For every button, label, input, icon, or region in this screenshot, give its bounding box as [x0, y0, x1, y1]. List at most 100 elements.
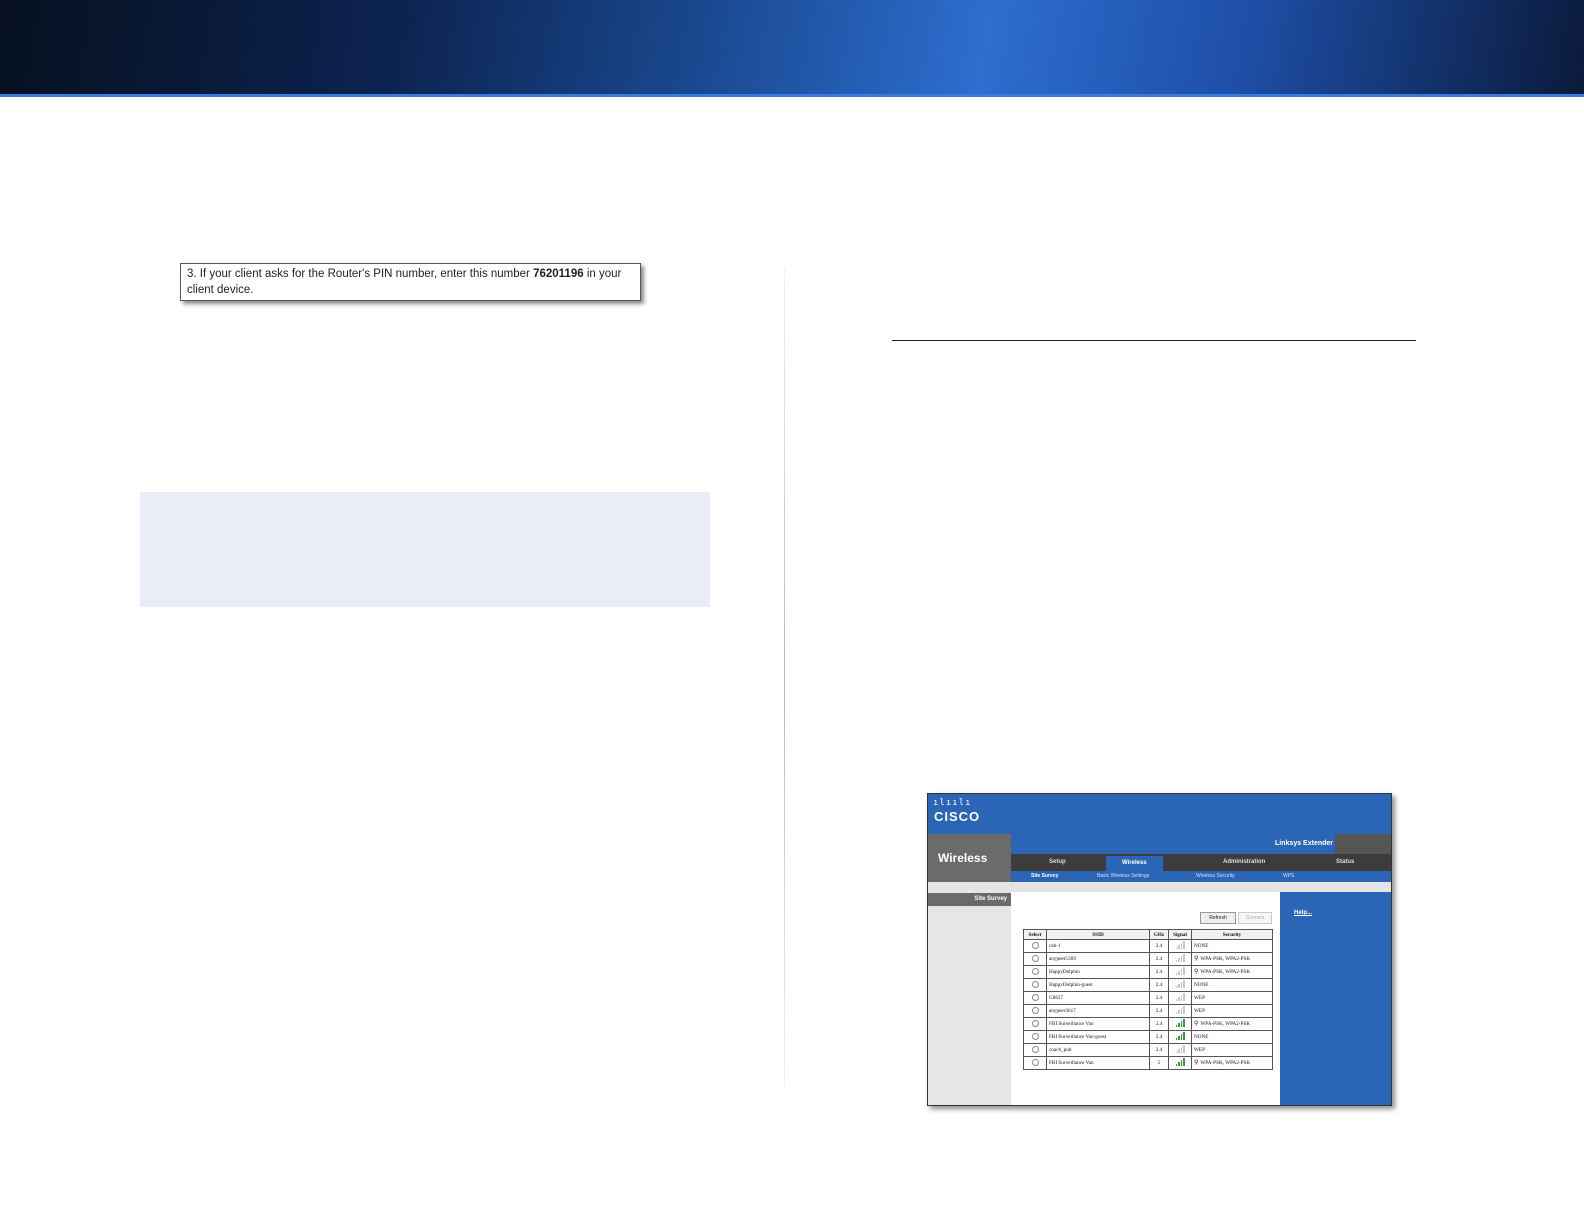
select-radio[interactable] [1031, 1006, 1039, 1014]
sub-tab-bar: Site Survey Basic Wireless Settings Wire… [1011, 871, 1391, 882]
refresh-button[interactable]: Refresh [1200, 912, 1236, 924]
product-bar: Linksys Extender [1011, 834, 1391, 854]
row-select-cell [1023, 991, 1047, 1005]
subtab-wps[interactable]: WPS [1283, 873, 1294, 879]
select-radio[interactable] [1031, 954, 1039, 962]
table-row: G8637 2.4 WEP [1023, 991, 1273, 1005]
ssid-cell: cab-1 [1046, 939, 1150, 953]
signal-strength-icon [1175, 993, 1185, 1001]
row-select-cell [1023, 1004, 1047, 1018]
security-value: WPA-PSK, WPA2-PSK [1200, 1060, 1251, 1066]
col-header-security: Security [1191, 929, 1273, 940]
lock-icon: ⚲ [1194, 956, 1199, 962]
pin-instruction-prefix: 3. If your client asks for the Router's … [187, 268, 534, 280]
ghz-cell: 2.4 [1149, 1004, 1169, 1018]
table-row: coach_pub 2.4 WEP [1023, 1043, 1273, 1057]
row-select-cell [1023, 939, 1047, 953]
select-radio[interactable] [1031, 967, 1039, 975]
pin-instruction-suffix: in your [583, 268, 622, 280]
subtab-basic-wireless-settings[interactable]: Basic Wireless Settings [1097, 873, 1149, 879]
signal-strength-icon [1175, 1006, 1185, 1014]
security-cell: ⚲ WPA-PSK, WPA2-PSK [1191, 965, 1273, 979]
section-title: Wireless [938, 851, 988, 865]
site-survey-screenshot: ılıılı CISCO Wireless Linksys Extender S… [927, 793, 1392, 1106]
select-radio[interactable] [1031, 993, 1039, 1001]
security-cell: ⚲ WPA-PSK, WPA2-PSK [1191, 1056, 1273, 1070]
pin-instruction-line2: client device. [187, 284, 254, 296]
site-survey-table-body: cab-1 2.4 NONE anypeer5369 2.4 ⚲ WPA-PSK, WPA2… [1023, 939, 1273, 1070]
subtab-site-survey[interactable]: Site Survey [1031, 873, 1058, 879]
select-radio[interactable] [1031, 1032, 1039, 1040]
col-header-ghz: GHz [1149, 929, 1169, 940]
main-tab-bar: Setup Wireless Administration Status [1011, 854, 1391, 871]
security-cell: WEP [1191, 1004, 1273, 1018]
ssid-cell: FBI Surveillance Van [1046, 1056, 1150, 1070]
ghz-cell: 2.4 [1149, 939, 1169, 953]
security-value: WEP [1194, 1008, 1205, 1014]
ghz-cell: 2.4 [1149, 1043, 1169, 1057]
signal-strength-icon [1175, 954, 1185, 962]
row-select-cell [1023, 965, 1047, 979]
signal-cell [1168, 1004, 1192, 1018]
connect-button[interactable]: Connect [1238, 912, 1272, 924]
ssid-cell: anypeer3617 [1046, 1004, 1150, 1018]
tab-administration[interactable]: Administration [1223, 859, 1265, 865]
product-tab [1335, 834, 1391, 854]
left-sidebar [928, 882, 1011, 1105]
ssid-cell: G8637 [1046, 991, 1150, 1005]
signal-cell [1168, 965, 1192, 979]
sidebar-label-site-survey: Site Survey [928, 893, 1011, 906]
tab-status[interactable]: Status [1336, 859, 1354, 865]
select-radio[interactable] [1031, 1019, 1039, 1027]
row-select-cell [1023, 952, 1047, 966]
select-radio[interactable] [1031, 941, 1039, 949]
section-rule [892, 340, 1416, 341]
ssid-cell: anypeer5369 [1046, 952, 1150, 966]
lock-icon: ⚲ [1194, 1060, 1199, 1066]
signal-cell [1168, 1043, 1192, 1057]
lock-icon: ⚲ [1194, 1021, 1199, 1027]
help-link[interactable]: Help... [1294, 910, 1312, 916]
signal-strength-icon [1175, 1019, 1185, 1027]
row-select-cell [1023, 978, 1047, 992]
site-survey-table: Select SSID GHz Signal Security cab-1 2.4… [1023, 929, 1273, 1070]
ssid-cell: HappyDolphin-guest [1046, 978, 1150, 992]
select-radio[interactable] [1031, 1058, 1039, 1066]
table-row: FBI Surveillance Van 5 ⚲ WPA-PSK, WPA2-PSK [1023, 1056, 1273, 1070]
security-cell: NONE [1191, 1030, 1273, 1044]
ssid-cell: coach_pub [1046, 1043, 1150, 1057]
ghz-cell: 2.4 [1149, 965, 1169, 979]
signal-strength-icon [1175, 967, 1185, 975]
ghz-cell: 2.4 [1149, 1030, 1169, 1044]
pin-number: 76201196 [533, 268, 584, 280]
note-box [140, 492, 710, 607]
tab-setup[interactable]: Setup [1049, 859, 1066, 865]
table-row: FBI Surveillance Van-guest 2.4 NONE [1023, 1030, 1273, 1044]
security-value: WPA-PSK, WPA2-PSK [1200, 956, 1251, 962]
signal-cell [1168, 991, 1192, 1005]
row-select-cell [1023, 1056, 1047, 1070]
table-row: HappyDolphin 2.4 ⚲ WPA-PSK, WPA2-PSK [1023, 965, 1273, 979]
ssid-cell: FBI Surveillance Van-guest [1046, 1030, 1150, 1044]
row-select-cell [1023, 1030, 1047, 1044]
lock-icon: ⚲ [1194, 969, 1199, 975]
tab-wireless[interactable]: Wireless [1106, 856, 1163, 871]
select-radio[interactable] [1031, 980, 1039, 988]
col-header-select: Select [1023, 929, 1047, 940]
product-name: Linksys Extender [1275, 840, 1333, 847]
security-value: NONE [1194, 943, 1209, 949]
security-cell: WEP [1191, 991, 1273, 1005]
select-radio[interactable] [1031, 1045, 1039, 1053]
security-cell: ⚲ WPA-PSK, WPA2-PSK [1191, 952, 1273, 966]
column-divider [784, 268, 785, 1090]
col-header-signal: Signal [1168, 929, 1192, 940]
security-value: WEP [1194, 1047, 1205, 1053]
ssid-cell: FBI Surveillance Van [1046, 1017, 1150, 1031]
security-value: WEP [1194, 995, 1205, 1001]
signal-cell [1168, 1056, 1192, 1070]
table-row: HappyDolphin-guest 2.4 NONE [1023, 978, 1273, 992]
security-value: WPA-PSK, WPA2-PSK [1200, 1021, 1251, 1027]
cisco-bars-icon: ılıılı [933, 798, 972, 808]
ghz-cell: 2.4 [1149, 952, 1169, 966]
subtab-wireless-security[interactable]: Wireless Security [1196, 873, 1235, 879]
